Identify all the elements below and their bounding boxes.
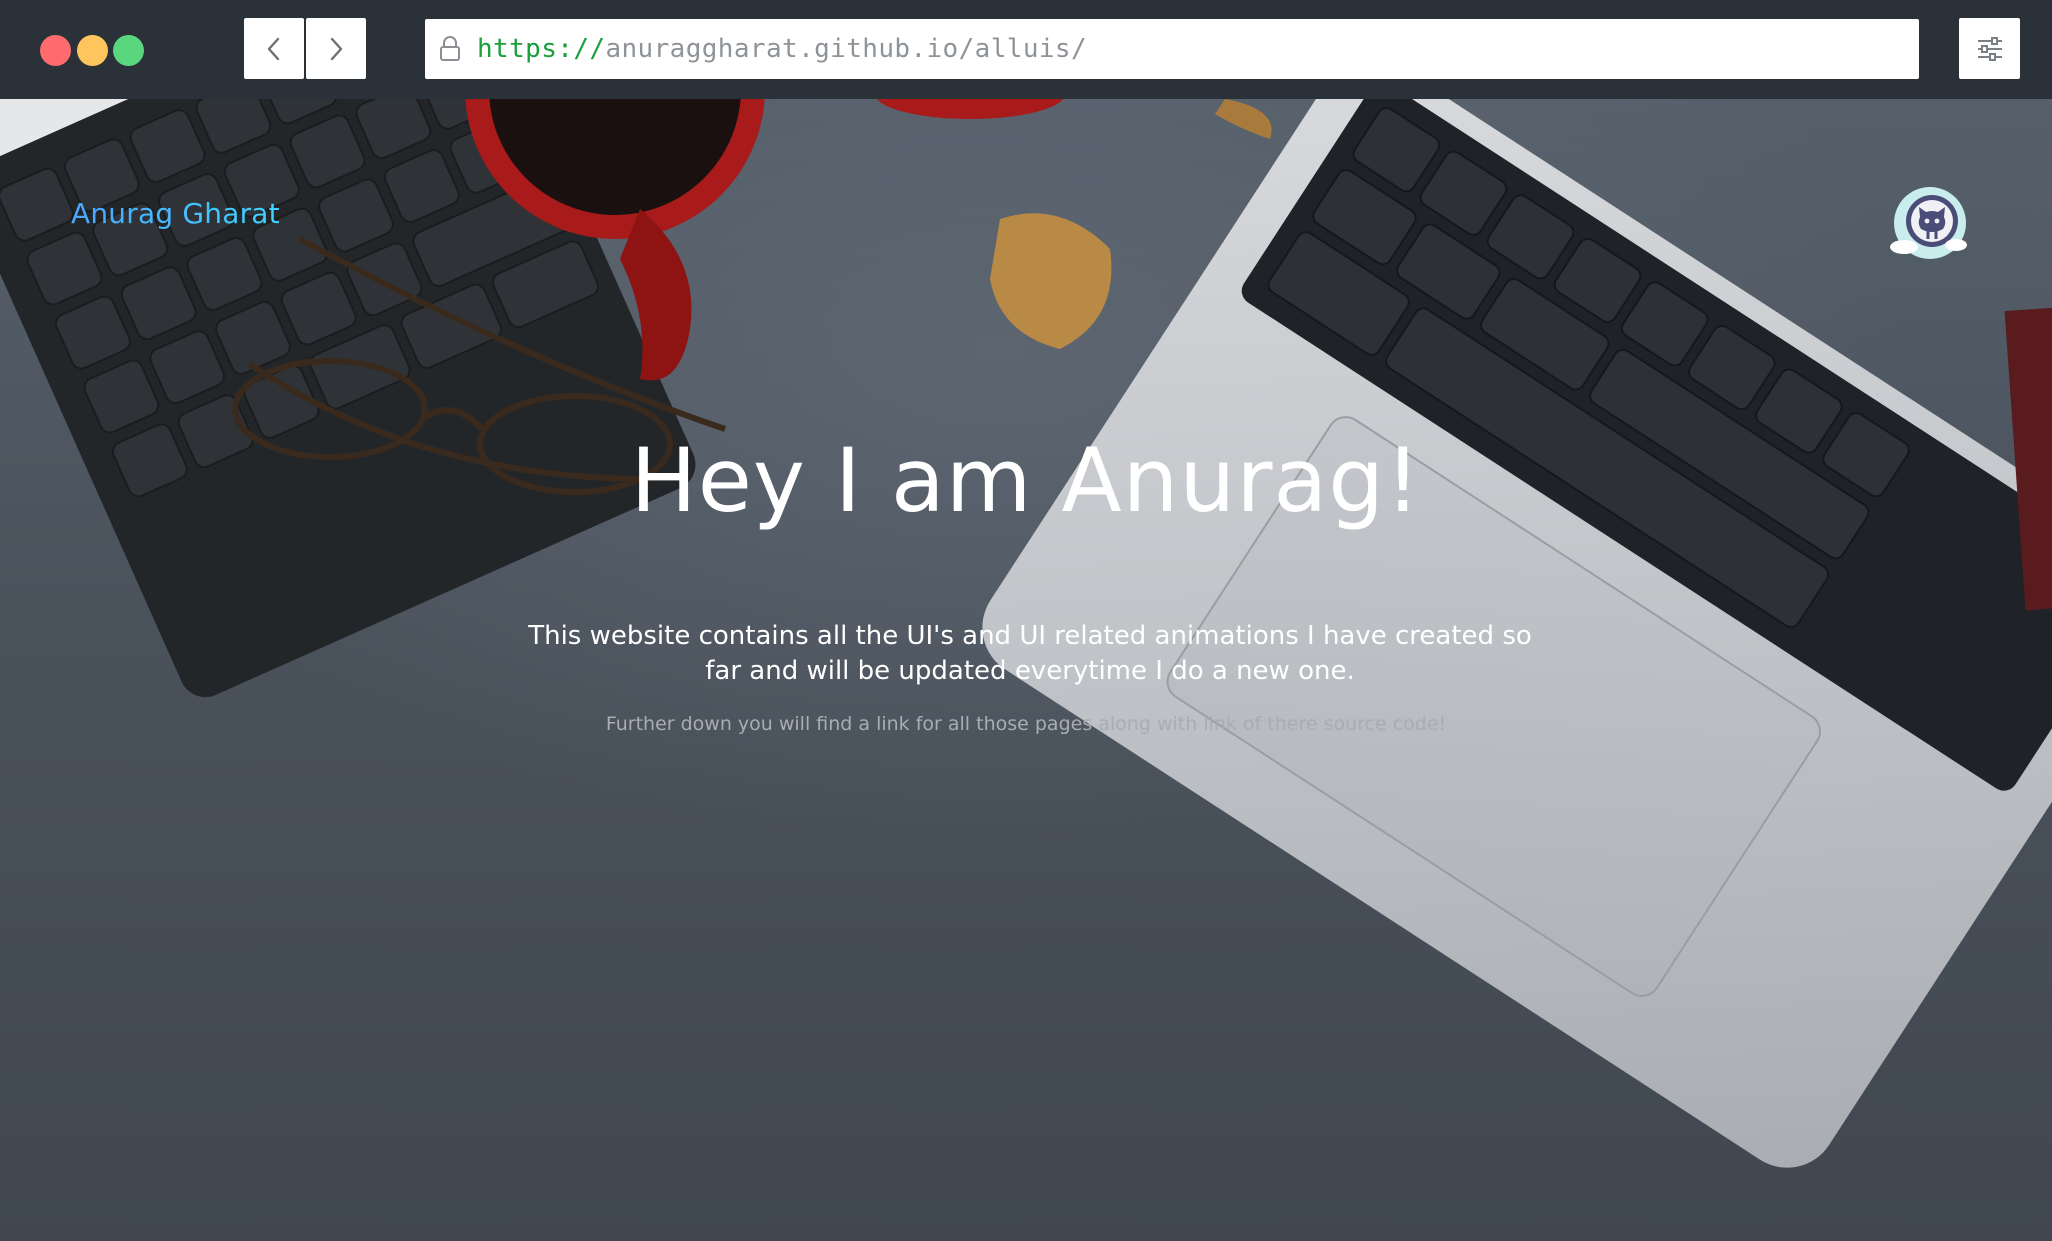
address-bar[interactable]: https://anuraggharat.github.io/alluis/ bbox=[425, 19, 1919, 79]
minimize-window-button[interactable] bbox=[77, 35, 108, 66]
hero-note: Further down you will find a link for al… bbox=[605, 713, 1447, 735]
sliders-icon bbox=[1977, 36, 2002, 61]
chevron-right-icon bbox=[330, 37, 343, 60]
hero-subtitle: This website contains all the UI's and U… bbox=[528, 621, 1532, 686]
lock-icon bbox=[439, 35, 461, 63]
page-viewport: Anurag Gharat Hey I am Anurag! This webs… bbox=[0, 99, 2052, 1241]
back-button[interactable] bbox=[244, 18, 304, 79]
url-text: https://anuraggharat.github.io/alluis/ bbox=[477, 34, 1087, 64]
browser-toolbar: https://anuraggharat.github.io/alluis/ bbox=[0, 0, 2052, 99]
hero-title: Hey I am Anurag! bbox=[630, 429, 1422, 532]
github-octocat-icon bbox=[1890, 187, 1967, 259]
maximize-window-button[interactable] bbox=[113, 35, 144, 66]
chevron-left-icon bbox=[267, 37, 280, 60]
url-protocol: https:// bbox=[477, 34, 606, 64]
site-brand-link[interactable]: Anurag Gharat bbox=[71, 197, 280, 230]
github-link[interactable] bbox=[1886, 183, 1970, 267]
close-window-button[interactable] bbox=[40, 35, 71, 66]
settings-menu-button[interactable] bbox=[1959, 18, 2020, 79]
forward-button[interactable] bbox=[306, 18, 366, 79]
url-path: anuraggharat.github.io/alluis/ bbox=[605, 34, 1088, 64]
